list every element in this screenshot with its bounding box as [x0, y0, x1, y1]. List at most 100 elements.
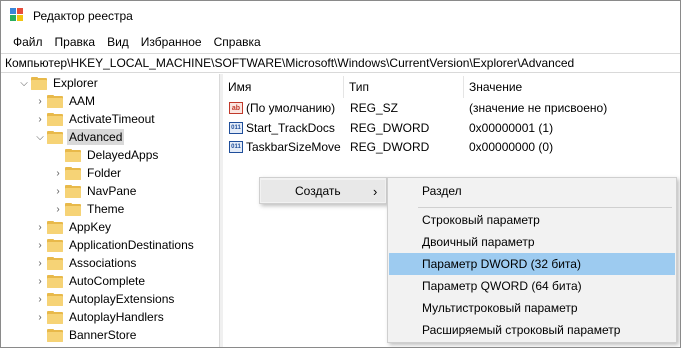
folder-icon	[47, 310, 63, 324]
chevron-right-icon[interactable]: ›	[51, 182, 65, 200]
title-bar: Редактор реестра	[1, 1, 680, 31]
tree-item-appkey[interactable]: › AppKey	[33, 218, 113, 236]
tree-item-applicationdestinations[interactable]: › ApplicationDestinations	[33, 236, 196, 254]
chevron-right-icon[interactable]: ›	[33, 218, 47, 236]
value-data: 0x00000001 (1)	[469, 121, 554, 135]
chevron-right-icon: ›	[373, 183, 378, 199]
tree-item-label: Advanced	[67, 129, 125, 145]
context-menu-new-label: Создать	[295, 184, 341, 198]
menu-file[interactable]: Файл	[7, 35, 49, 49]
tree-item-label: Explorer	[53, 76, 98, 90]
chevron-right-icon[interactable]: ›	[33, 92, 47, 110]
value-type: REG_SZ	[350, 101, 399, 115]
submenu-item-multi-string-value[interactable]: Мультистроковый параметр	[389, 297, 675, 319]
folder-icon	[47, 292, 63, 306]
submenu-item-dword-value[interactable]: Параметр DWORD (32 бита)	[389, 253, 675, 275]
string-value-icon: ab	[229, 102, 243, 114]
tree-item-activatetimeout[interactable]: › ActivateTimeout	[33, 110, 157, 128]
submenu-item-binary-value[interactable]: Двоичный параметр	[389, 231, 675, 253]
column-header-name[interactable]: Имя	[223, 76, 344, 98]
registry-tree: ⌵ Explorer › AAM › ActivateTimeout ⌵ Adv…	[1, 74, 219, 347]
submenu-item-string-value[interactable]: Строковый параметр	[389, 209, 675, 231]
tree-item-label: Associations	[69, 256, 137, 270]
menu-bar: Файл Правка Вид Избранное Справка	[1, 31, 680, 53]
tree-item-autocomplete[interactable]: › AutoComplete	[33, 272, 147, 290]
tree-item-explorer[interactable]: ⌵ Explorer	[17, 74, 100, 92]
tree-item-label: Folder	[87, 166, 122, 180]
value-row[interactable]: 011 TaskbarSizeMove REG_DWORD 0x00000000…	[223, 138, 680, 156]
folder-icon	[47, 130, 63, 144]
menu-help[interactable]: Справка	[208, 35, 267, 49]
tree-item-label: AutoComplete	[69, 274, 146, 288]
tree-item-label: AAM	[69, 94, 96, 108]
tree-item-label: Theme	[87, 202, 125, 216]
tree-item-label: AutoplayHandlers	[69, 310, 164, 324]
folder-icon	[65, 202, 81, 216]
chevron-right-icon[interactable]: ›	[33, 290, 47, 308]
binary-value-icon: 011	[229, 122, 243, 134]
chevron-right-icon[interactable]: ›	[33, 236, 47, 254]
value-row[interactable]: ab (По умолчанию) REG_SZ (значение не пр…	[223, 99, 680, 117]
value-name: Start_TrackDocs	[246, 121, 335, 135]
menu-edit[interactable]: Правка	[49, 35, 102, 49]
tree-item-label: DelayedApps	[87, 148, 159, 162]
tree-item-delayedapps[interactable]: DelayedApps	[51, 146, 160, 164]
value-name: TaskbarSizeMove	[246, 140, 341, 154]
address-path[interactable]: Компьютер\HKEY_LOCAL_MACHINE\SOFTWARE\Mi…	[5, 56, 574, 70]
tree-item-navpane[interactable]: › NavPane	[51, 182, 138, 200]
menu-view[interactable]: Вид	[101, 35, 135, 49]
value-name: (По умолчанию)	[246, 101, 336, 115]
column-header-type[interactable]: Тип	[344, 76, 464, 98]
value-data: (значение не присвоено)	[469, 101, 608, 115]
value-type: REG_DWORD	[350, 140, 430, 154]
chevron-right-icon[interactable]: ›	[51, 164, 65, 182]
tree-item-autoplayhandlers[interactable]: › AutoplayHandlers	[33, 308, 166, 326]
menu-favorites[interactable]: Избранное	[135, 35, 208, 49]
registry-editor-icon	[10, 8, 26, 24]
value-row[interactable]: 011 Start_TrackDocs REG_DWORD 0x00000001…	[223, 119, 680, 137]
chevron-right-icon[interactable]: ›	[33, 272, 47, 290]
folder-icon	[47, 94, 63, 108]
column-header-value[interactable]: Значение	[464, 76, 680, 98]
submenu-item-qword-value[interactable]: Параметр QWORD (64 бита)	[389, 275, 675, 297]
chevron-right-icon[interactable]: ›	[33, 254, 47, 272]
submenu-separator	[418, 207, 672, 208]
tree-item-label: BannerStore	[69, 328, 137, 342]
folder-icon	[47, 328, 63, 342]
tree-item-label: ApplicationDestinations	[69, 238, 194, 252]
tree-item-label: AutoplayExtensions	[69, 292, 175, 306]
chevron-down-icon[interactable]: ⌵	[33, 128, 47, 146]
tree-item-theme[interactable]: › Theme	[51, 200, 126, 218]
folder-icon	[65, 184, 81, 198]
registry-editor-window: Редактор реестра Файл Правка Вид Избранн…	[0, 0, 681, 348]
tree-item-bannerstore[interactable]: BannerStore	[33, 326, 138, 344]
window-title: Редактор реестра	[33, 9, 133, 23]
tree-item-label: NavPane	[87, 184, 137, 198]
tree-item-autoplayextensions[interactable]: › AutoplayExtensions	[33, 290, 176, 308]
tree-item-aam[interactable]: › AAM	[33, 92, 97, 110]
folder-icon	[47, 256, 63, 270]
tree-item-label: AppKey	[69, 220, 112, 234]
value-data: 0x00000000 (0)	[469, 140, 554, 154]
context-menu-new[interactable]: Создать ›	[261, 180, 385, 202]
folder-icon	[47, 274, 63, 288]
chevron-right-icon[interactable]: ›	[33, 110, 47, 128]
tree-item-folder[interactable]: › Folder	[51, 164, 123, 182]
value-type: REG_DWORD	[350, 121, 430, 135]
folder-icon	[47, 112, 63, 126]
folder-icon	[31, 76, 47, 90]
address-bar[interactable]: Компьютер\HKEY_LOCAL_MACHINE\SOFTWARE\Mi…	[1, 53, 680, 73]
chevron-down-icon[interactable]: ⌵	[17, 74, 31, 92]
context-menu: Создать ›	[259, 177, 387, 204]
submenu: Раздел Строковый параметр Двоичный парам…	[387, 177, 677, 343]
folder-icon	[65, 166, 81, 180]
folder-icon	[47, 220, 63, 234]
folder-icon	[47, 238, 63, 252]
tree-item-associations[interactable]: › Associations	[33, 254, 138, 272]
submenu-item-key[interactable]: Раздел	[389, 180, 675, 202]
chevron-right-icon[interactable]: ›	[33, 308, 47, 326]
chevron-right-icon[interactable]: ›	[51, 200, 65, 218]
tree-item-advanced[interactable]: ⌵ Advanced	[33, 128, 125, 146]
tree-item-label: ActivateTimeout	[69, 112, 155, 126]
submenu-item-expandable-string-value[interactable]: Расширяемый строковый параметр	[389, 319, 675, 341]
